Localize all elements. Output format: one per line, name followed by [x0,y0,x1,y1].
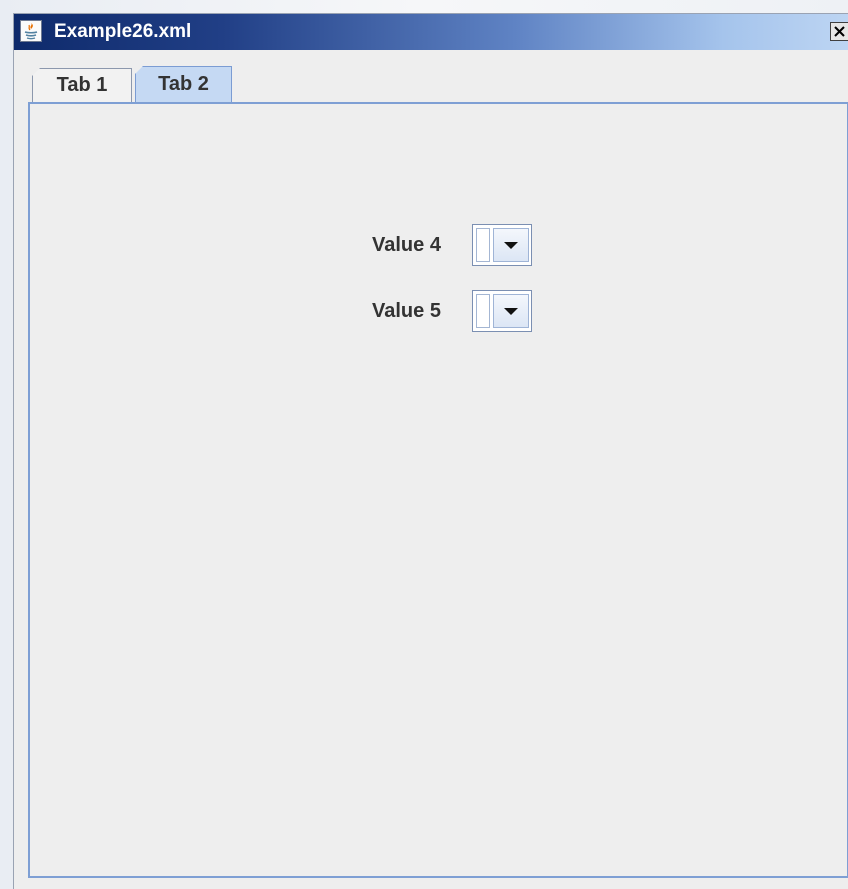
value-5-dropdown-button[interactable] [493,294,529,328]
tab-strip: Tab 1 Tab 2 [14,50,848,104]
window-title: Example26.xml [54,21,192,42]
value-4-combo-box[interactable] [472,224,532,266]
value-4-combo-editor[interactable] [476,228,490,262]
value-5-combo-editor[interactable] [476,294,490,328]
tab-2-content-panel: Value 4 Value 5 [28,102,848,878]
chevron-down-icon [504,308,518,315]
value-5-label: Value 5 [372,300,441,322]
value-4-label: Value 4 [372,234,441,256]
tab-2-label: Tab 2 [158,73,209,95]
tab-2[interactable]: Tab 2 [135,66,232,102]
java-icon [20,20,42,42]
value-5-combo-box[interactable] [472,290,532,332]
close-icon [834,26,845,37]
tab-1[interactable]: Tab 1 [32,68,132,102]
desktop-background: Example26.xml Tab 1 Tab 2 Value 4 Value … [0,0,848,889]
window-bottom-edge [14,878,848,889]
value-4-dropdown-button[interactable] [493,228,529,262]
application-window: Example26.xml Tab 1 Tab 2 Value 4 Value … [13,13,848,889]
tab-1-label: Tab 1 [56,74,108,96]
window-title-bar[interactable]: Example26.xml [14,14,848,50]
close-button[interactable] [830,22,848,41]
chevron-down-icon [504,242,518,249]
